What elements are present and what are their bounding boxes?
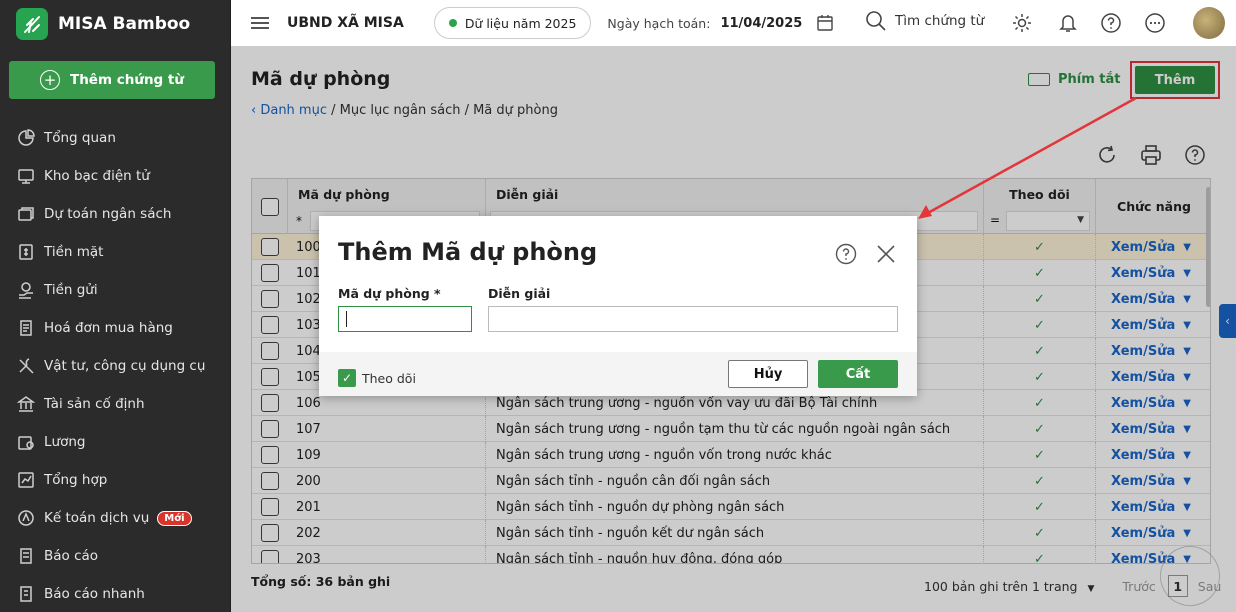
sidebar-item-fixed-assets[interactable]: Tài sản cố định [0,385,230,423]
plus-circle-icon: + [39,70,60,90]
sidebar-item-label: Báo cáo [44,548,99,564]
salary-icon [16,432,36,452]
sidebar-item-quick-reports[interactable]: Báo cáo nhanh [0,575,230,612]
code-input[interactable] [338,306,472,332]
description-field-label: Diễn giải [488,286,551,301]
data-year-selector[interactable]: Dữ liệu năm 2025 [433,7,592,39]
description-input[interactable] [488,306,898,332]
summary-icon [16,470,36,490]
budget-icon [16,204,36,224]
sidebar-item-label: Tổng hợp [44,472,108,488]
more-icon[interactable] [1144,12,1166,34]
tools-icon [16,356,36,376]
cancel-button[interactable]: Hủy [728,360,808,388]
sidebar-item-label: Dự toán ngân sách [44,206,172,222]
bank-icon [16,394,36,414]
quick-report-icon [16,584,36,604]
sidebar-item-label: Tài sản cố định [44,396,145,412]
invoice-icon [16,318,36,338]
top-header: UBND XÃ MISA Dữ liệu năm 2025 Ngày hạch … [231,0,1236,46]
search-vouchers[interactable]: Tìm chứng từ [865,10,984,32]
calendar-icon[interactable] [816,14,834,32]
monitor-icon [16,166,36,186]
sidebar-item-label: Báo cáo nhanh [44,586,145,602]
follow-checkbox[interactable]: ✓ [338,369,356,387]
follow-label: Theo dõi [362,371,416,386]
avatar[interactable] [1193,7,1225,39]
sidebar-item-budget[interactable]: Dự toán ngân sách [0,195,230,233]
service-icon [16,508,36,528]
sidebar: MISA Bamboo + Thêm chứng từ Tổng quan Kh… [0,0,231,612]
new-badge: Mới [157,510,192,526]
sidebar-item-label: Kế toán dịch vụ [44,510,150,526]
close-icon[interactable] [875,243,897,265]
sidebar-item-label: Kho bạc điện tử [44,168,150,184]
search-icon [866,11,886,31]
sidebar-item-label: Tiền gửi [44,282,98,298]
sidebar-item-treasury[interactable]: Kho bạc điện tử [0,157,230,195]
posting-date-label: Ngày hạch toán: [607,15,711,31]
sidebar-item-salary[interactable]: Lương [0,423,230,461]
sidebar-item-service-accounting[interactable]: Kế toán dịch vụ Mới [0,499,230,537]
add-reserve-code-dialog: Thêm Mã dự phòng Mã dự phòng * Diễn giải… [319,216,917,396]
brand[interactable]: MISA Bamboo [0,0,230,48]
sidebar-nav: Tổng quan Kho bạc điện tử Dự toán ngân s… [0,119,230,612]
code-field-label: Mã dự phòng * [338,286,441,301]
org-name[interactable]: UBND XÃ MISA [287,15,404,31]
sidebar-item-label: Vật tư, công cụ dụng cụ [44,358,206,374]
bell-icon[interactable] [1057,12,1079,34]
save-button[interactable]: Cất [818,360,898,388]
text-cursor [346,311,347,327]
cash-icon [16,242,36,262]
sidebar-item-label: Hoá đơn mua hàng [44,320,173,336]
sidebar-item-deposit[interactable]: Tiền gửi [0,271,230,309]
add-voucher-button[interactable]: + Thêm chứng từ [9,61,215,99]
dialog-title: Thêm Mã dự phòng [338,238,598,266]
dialog-footer: ✓ Theo dõi Hủy Cất [319,352,917,396]
sidebar-item-reports[interactable]: Báo cáo [0,537,230,575]
app-name: MISA Bamboo [58,14,191,34]
pie-chart-icon [16,128,36,148]
data-year-label: Dữ liệu năm 2025 [464,15,577,31]
add-voucher-label: Thêm chứng từ [69,72,184,88]
check-icon: ✓ [341,371,353,385]
sidebar-item-tools[interactable]: Vật tư, công cụ dụng cụ [0,347,230,385]
sidebar-item-label: Tiền mặt [44,244,104,260]
sidebar-item-overview[interactable]: Tổng quan [0,119,230,157]
sidebar-item-summary[interactable]: Tổng hợp [0,461,230,499]
help-icon[interactable] [835,243,857,265]
menu-icon[interactable] [251,14,269,32]
sidebar-item-invoice[interactable]: Hoá đơn mua hàng [0,309,230,347]
deposit-icon [16,280,36,300]
gear-icon[interactable] [1011,12,1033,34]
posting-date-value[interactable]: 11/04/2025 [720,16,802,31]
report-icon [16,546,36,566]
status-dot-icon [448,19,457,27]
sidebar-item-cash[interactable]: Tiền mặt [0,233,230,271]
sidebar-item-label: Tổng quan [44,130,116,146]
search-label: Tìm chứng từ [895,13,985,29]
sidebar-item-label: Lương [44,434,86,450]
bamboo-logo-icon [16,8,48,40]
help-icon[interactable] [1100,12,1122,34]
